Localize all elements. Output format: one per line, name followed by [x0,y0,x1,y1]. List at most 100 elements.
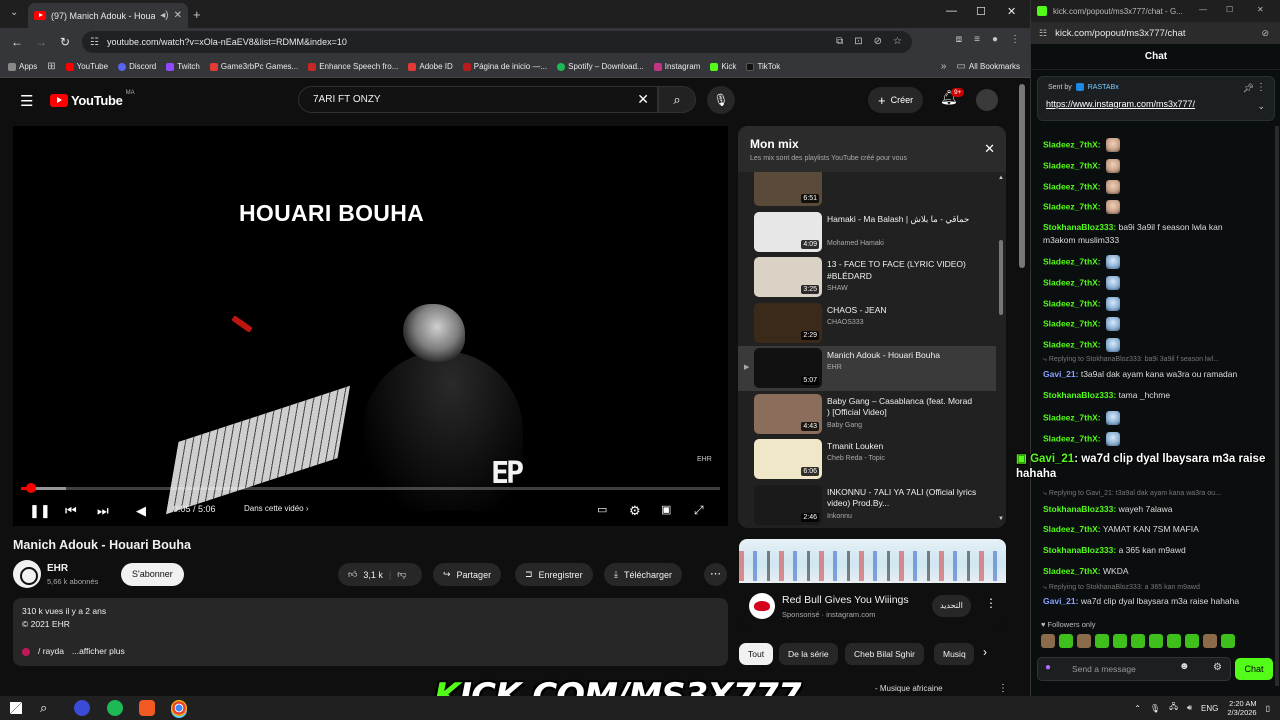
youtube-logo[interactable]: YouTube MA [50,90,135,108]
emote-button[interactable] [1059,634,1073,648]
all-bookmarks[interactable]: ▭ All Bookmarks [956,61,1020,72]
page-scrollbar[interactable] [1019,84,1025,268]
bookmark-item[interactable]: Adobe ID [408,62,453,71]
progress-bar[interactable] [21,487,720,490]
more-actions-button[interactable]: ⋯ [704,563,727,586]
taskbar-search-icon[interactable]: ⌕ [40,700,47,716]
chips-next-icon[interactable]: › [983,645,987,659]
channel-avatar[interactable] [13,560,41,588]
bookmark-item[interactable]: Twitch [166,62,200,71]
send-chat-button[interactable]: Chat [1235,658,1273,680]
description-box[interactable]: 310 k vues il y a 2 ans © 2021 EHR / ray… [13,598,728,666]
chapters-button[interactable]: Dans cette vidéo › [244,504,308,513]
scroll-down-icon[interactable]: ▼ [998,516,1004,522]
chrome-icon[interactable] [171,700,187,716]
chat-message[interactable]: Sladeez_7thX: [1043,276,1121,290]
brave-icon[interactable] [139,700,155,716]
pin-icon[interactable]: 📌︎ [1243,83,1254,94]
speaker-icon[interactable]: 🔊︎ [1187,703,1192,713]
chat-username[interactable]: Gavi_21: [1043,369,1078,379]
account-avatar[interactable] [976,89,998,111]
emote-button[interactable] [1185,634,1199,648]
chat-message[interactable]: Sladeez_7thX: [1043,411,1121,425]
scrubber-handle[interactable] [26,483,36,493]
playlist-item[interactable]: 2:29 CHAOS - JEAN CHAOS333 [738,301,996,346]
chat-username[interactable]: Sladeez_7thX: [1043,201,1101,211]
playlist-thumbnail[interactable]: 2:46 [754,484,822,525]
chat-message[interactable]: StokhanaBloz333: tama _hchme [1043,390,1170,400]
chat-username[interactable]: Sladeez_7thX: [1043,256,1101,266]
send-message-input[interactable]: Send a message [1037,657,1231,681]
new-tab-icon[interactable]: + [193,7,201,22]
chat-username[interactable]: Sladeez_7thX: [1043,318,1101,328]
emote-button[interactable] [1077,634,1091,648]
chat-username[interactable]: Gavi_21: [1043,596,1078,606]
maximize-icon[interactable]: ☐ [1226,5,1233,14]
eye-off-icon[interactable]: ⊘ [1261,28,1269,39]
ad-cta-button[interactable]: التحديد [932,595,971,617]
bookmark-item[interactable]: Enhance Speech fro... [308,62,398,71]
chat-username[interactable]: Sladeez_7thX: [1043,524,1101,534]
chat-scrollbar[interactable] [1275,126,1279,686]
browser-tab-youtube[interactable]: (97) Manich Adouk - Houari ◂) ✕ [28,3,188,28]
chip-artist[interactable]: Cheb Bilal Sghir [845,643,924,665]
settings-gear-icon[interactable]: ⚙︎ [629,503,641,519]
playlist-item[interactable]: ▶ 5:07 Manich Adouk - Houari Bouha EHR [738,346,996,391]
emote-button[interactable] [1149,634,1163,648]
volume-icon[interactable]: ◀︎ [136,503,146,519]
pinned-message[interactable]: Sent by RASTABx 📌︎ ⋮ https://www.instagr… [1037,76,1275,121]
close-window-icon[interactable]: ✕ [1007,5,1016,18]
voice-search-button[interactable]: 🎙︎ [707,86,735,114]
chat-message[interactable]: Sladeez_7thX: [1043,255,1121,269]
share-button[interactable]: ↪ Partager [433,563,502,586]
playlist-item[interactable]: 6:51Cheikha Djenniia - Topic [738,172,996,209]
playlist-item[interactable]: 3:25 13 - FACE TO FACE (LYRIC VIDEO) #BLÉ… [738,255,996,300]
pinned-link[interactable]: https://www.instagram.com/ms3x777/ [1046,99,1195,109]
chat-message[interactable]: Sladeez_7thX: [1043,200,1121,214]
bookmark-item[interactable]: Página de inicio —... [462,62,547,71]
chat-url[interactable]: kick.com/popout/ms3x777/chat [1055,28,1185,39]
next-recommendation-text[interactable]: - Musique africaine [875,684,943,693]
subtitles-icon[interactable]: ▭ [597,503,607,516]
playlist-item[interactable]: 2:46 INKONNU - 7ALI YA 7ALI (Official lyr… [738,483,996,528]
chevron-down-icon[interactable]: ⌄ [1257,101,1265,112]
tab-search-icon[interactable]: ⌄ [10,7,18,18]
bookmark-item[interactable]: Discord [118,62,156,71]
extensions-icon[interactable]: ⧈ [956,34,962,45]
miniplayer-icon[interactable]: ▣ [661,503,671,516]
bookmark-item[interactable]: Game3rbPc Games... [209,62,298,71]
notification-center-icon[interactable]: ▯ [1266,704,1270,713]
site-info-icon[interactable]: ☷ [90,37,99,48]
playlist-thumbnail[interactable]: 6:06 [754,439,822,479]
playlist-thumbnail[interactable]: 4:09 [754,211,822,252]
chat-username[interactable]: Sladeez_7thX: [1043,139,1101,149]
playlist-item-title[interactable]: Hamaki - Ma Balash | حماقي - ما بلاش [827,214,977,226]
playlist-scrollbar[interactable] [999,240,1003,315]
emote-button[interactable] [1131,634,1145,648]
mic-icon[interactable]: ● [1045,662,1051,673]
more-vertical-icon[interactable]: ⋮ [985,596,997,610]
thumbs-down-icon[interactable]: 👎︎ [397,569,406,580]
chat-message[interactable]: Sladeez_7thX: [1043,180,1121,194]
chat-username[interactable]: Sladeez_7thX: [1043,160,1101,170]
chat-message[interactable]: StokhanaBloz333: ba9i 3a9il f season lwl… [1043,222,1223,232]
channel-name[interactable]: EHR [47,563,68,574]
spotify-icon[interactable] [107,700,123,716]
playlist-item[interactable]: 6:06 Tmanit Louken Cheb Reda - Topic [738,437,996,482]
chrome-menu-icon[interactable]: ⋮ [1010,34,1020,45]
emote-button[interactable] [1167,634,1181,648]
bookmark-item[interactable]: Spotify – Download... [557,62,644,71]
chat-message[interactable]: Sladeez_7thX: [1043,138,1121,152]
more-vertical-icon[interactable]: ⋮ [1256,82,1266,93]
more-vertical-icon[interactable]: ⋮ [998,683,1008,694]
clear-search-icon[interactable]: ✕ [637,91,649,108]
chat-username[interactable]: Sladeez_7thX: [1043,181,1101,191]
network-icon[interactable]: 🖧︎ [1169,701,1178,715]
back-icon[interactable]: ← [5,35,29,49]
playlist-thumbnail[interactable]: 6:51 [754,172,822,206]
game-launcher-icon[interactable] [74,700,90,716]
next-icon[interactable]: ⏭︎ [97,503,109,519]
chat-username[interactable]: Sladeez_7thX: [1043,298,1101,308]
chat-message[interactable]: m3akom muslim333 [1043,235,1119,245]
chat-username[interactable]: StokhanaBloz333: [1043,222,1116,232]
